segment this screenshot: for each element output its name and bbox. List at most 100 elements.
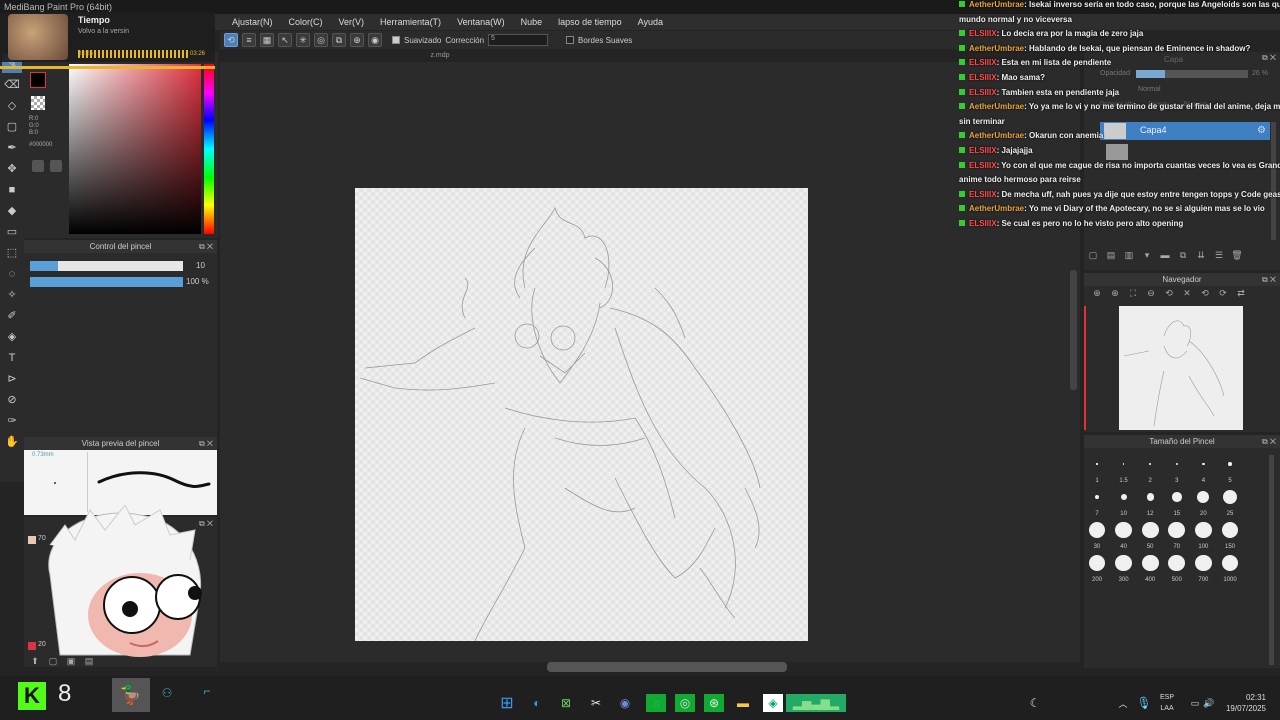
menu-item[interactable]: Color(C)	[289, 17, 323, 27]
language-indicator[interactable]: ESP LAA	[1160, 692, 1174, 714]
new-halftone-layer-icon[interactable]: ▤	[1104, 250, 1118, 262]
menu-item[interactable]: lapso de tiempo	[558, 17, 622, 27]
navigator-thumbnail[interactable]	[1119, 306, 1243, 430]
close-icon[interactable]: ⧉ ✕	[1262, 273, 1276, 286]
brush-size-option[interactable]: 10	[1111, 487, 1137, 517]
select-tool-icon[interactable]: ⟲	[224, 33, 238, 47]
zoom-out-icon[interactable]: ⊖	[1144, 288, 1158, 300]
brush-size-option[interactable]: 70	[1164, 520, 1190, 550]
pen-tool-icon[interactable]: ✒	[2, 138, 22, 157]
discord-icon[interactable]: ◉	[616, 694, 634, 712]
brush-size-option[interactable]: 30	[1084, 520, 1110, 550]
spotify-icon[interactable]: ♫	[646, 694, 666, 712]
foreground-color-swatch[interactable]	[30, 72, 46, 88]
text-tool-icon[interactable]: T	[2, 348, 22, 367]
rectangle-tool-icon[interactable]: ▢	[2, 117, 22, 136]
microphone-icon[interactable]: 🎙	[1135, 694, 1153, 712]
new-layer-icon[interactable]: ▢	[1086, 250, 1100, 262]
brush-size-option[interactable]: 150	[1217, 520, 1243, 550]
eyedropper-icon[interactable]: ✑	[2, 411, 22, 430]
layer-menu-icon[interactable]: ☰	[1212, 250, 1226, 262]
new-8bit-layer-icon[interactable]: ▥	[1122, 250, 1136, 262]
speaker-icon[interactable]: 🔊	[1200, 694, 1218, 712]
select-rect-icon[interactable]: ⬚	[2, 243, 22, 262]
close-icon[interactable]: ⧉ ✕	[199, 240, 213, 253]
menu-item[interactable]: Ayuda	[638, 17, 663, 27]
close-icon[interactable]: ⧉ ✕	[199, 437, 213, 450]
hue-slider[interactable]	[204, 64, 214, 234]
delete-layer-icon[interactable]: 🗑	[1230, 250, 1244, 262]
operation-tool-icon[interactable]: ⊳	[2, 369, 22, 388]
vertical-scrollbar[interactable]	[1070, 270, 1077, 390]
edge-icon[interactable]: ◐	[528, 694, 546, 712]
brush-size-slider[interactable]	[30, 261, 183, 271]
folder-icon[interactable]: ▬	[734, 694, 752, 712]
brush-size-option[interactable]: 1	[1084, 454, 1110, 484]
zoom-in-icon[interactable]: ⊕	[1090, 288, 1104, 300]
brush-size-option[interactable]: 40	[1111, 520, 1137, 550]
grid-icon[interactable]: ▦	[260, 33, 274, 47]
move-tool-icon[interactable]: ✥	[2, 159, 22, 178]
capcut-icon[interactable]: ✂	[587, 694, 605, 712]
fit-icon[interactable]: ⛶	[1126, 288, 1140, 300]
brush-size-option[interactable]: 15	[1164, 487, 1190, 517]
horizontal-scrollbar[interactable]	[547, 662, 787, 672]
file-tab[interactable]: z.mdp	[400, 52, 480, 62]
menu-item[interactable]: Ajustar(N)	[232, 17, 273, 27]
rotate-right-icon[interactable]: ⟳	[1216, 288, 1230, 300]
brush-size-option[interactable]: 12	[1137, 487, 1163, 517]
duplicate-layer-icon[interactable]: ⧉	[1176, 250, 1190, 262]
palette-add-icon[interactable]	[32, 160, 44, 172]
menu-item[interactable]: Ver(V)	[339, 17, 365, 27]
brush-size-option[interactable]: 4	[1190, 454, 1216, 484]
magic-wand-icon[interactable]: ✧	[2, 285, 22, 304]
actual-size-icon[interactable]: ✕	[1180, 288, 1194, 300]
brush-size-scrollbar[interactable]	[1269, 455, 1274, 665]
rotate-left-icon[interactable]: ⟲	[1198, 288, 1212, 300]
close-icon[interactable]: ⧉ ✕	[1262, 435, 1276, 448]
palette-edit-icon[interactable]	[50, 160, 62, 172]
zoom-in-alt-icon[interactable]: ⊕	[1108, 288, 1122, 300]
flip-icon[interactable]: ⇄	[1234, 288, 1248, 300]
brush-size-option[interactable]: 200	[1084, 553, 1110, 583]
rotate-icon[interactable]: ⟲	[1162, 288, 1176, 300]
perspective-icon[interactable]: ⊕	[350, 33, 364, 47]
hand-tool-icon[interactable]: ✋	[2, 432, 22, 451]
menu-item[interactable]: Nube	[521, 17, 543, 27]
divide-tool-icon[interactable]: ⊘	[2, 390, 22, 409]
fan-icon[interactable]: ✳	[296, 33, 310, 47]
gradient-tool-icon[interactable]: ▭	[2, 222, 22, 241]
target-icon[interactable]: ◉	[368, 33, 382, 47]
bucket-tool-icon[interactable]: ◆	[2, 201, 22, 220]
add-layer-menu-icon[interactable]: ▾	[1140, 250, 1154, 262]
smooth-checkbox[interactable]	[392, 36, 400, 44]
circle-guide-icon[interactable]: ◎	[314, 33, 328, 47]
lasso-tool-icon[interactable]: ◌	[2, 264, 22, 283]
background-color-swatch[interactable]	[31, 96, 45, 110]
folder-icon[interactable]: ▬	[1158, 250, 1172, 262]
xbox-icon[interactable]: ⊠	[557, 694, 575, 712]
brush-opacity-slider[interactable]	[30, 277, 183, 287]
select-pen-icon[interactable]: ✐	[2, 306, 22, 325]
transform-icon[interactable]: ⧉	[332, 33, 346, 47]
brush-size-option[interactable]: 2	[1137, 454, 1163, 484]
brush-size-option[interactable]: 7	[1084, 487, 1110, 517]
medibang-icon[interactable]: ◈	[763, 694, 783, 712]
correction-select[interactable]: 5	[488, 34, 549, 46]
menu-item[interactable]: Herramienta(T)	[380, 17, 441, 27]
select-eraser-icon[interactable]: ◈	[2, 327, 22, 346]
windows-start-icon[interactable]: ⊞	[498, 694, 516, 712]
chrome-icon[interactable]: ⊛	[704, 694, 724, 712]
brush-size-option[interactable]: 1000	[1217, 553, 1243, 583]
eraser-tool-icon[interactable]: ⌫	[2, 75, 22, 94]
brush-size-option[interactable]: 300	[1111, 553, 1137, 583]
arrow-icon[interactable]: ↖	[278, 33, 292, 47]
soft-edges-checkbox[interactable]	[566, 36, 575, 44]
brush-size-option[interactable]: 500	[1164, 553, 1190, 583]
menu-item[interactable]: Ventana(W)	[457, 17, 505, 27]
merge-down-icon[interactable]: ⇊	[1194, 250, 1208, 262]
brush-size-option[interactable]: 1.5	[1111, 454, 1137, 484]
fill-eraser-icon[interactable]: ◇	[2, 96, 22, 115]
drawing-canvas[interactable]	[355, 188, 808, 642]
brush-size-option[interactable]: 50	[1137, 520, 1163, 550]
